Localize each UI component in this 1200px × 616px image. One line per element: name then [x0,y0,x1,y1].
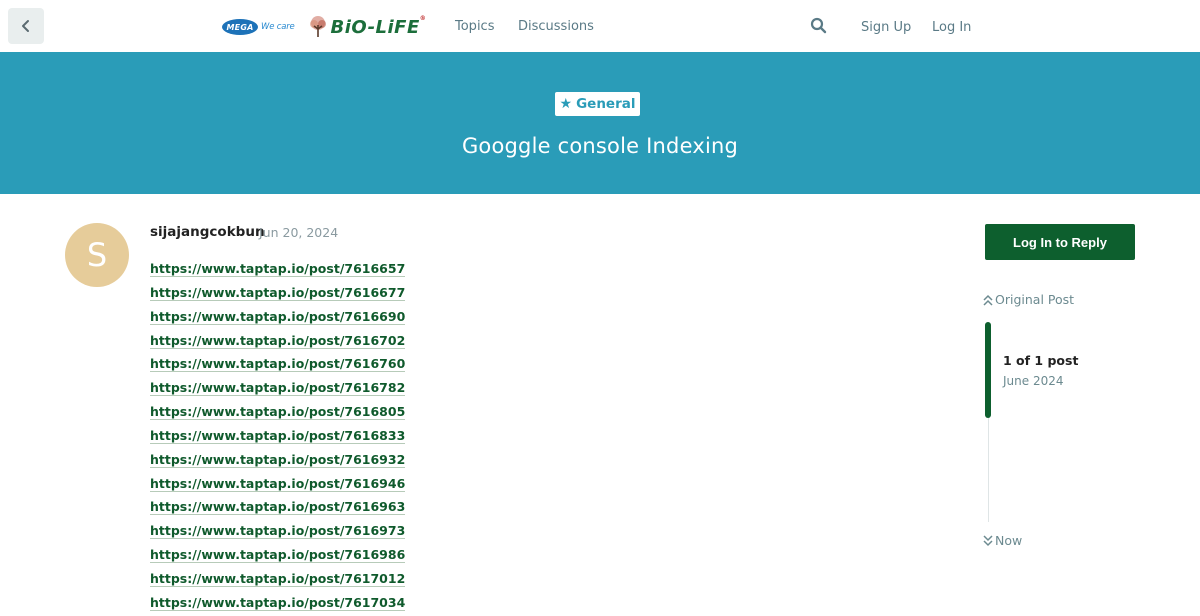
topic-banner: ★ General Googgle console Indexing [0,52,1200,194]
list-item: https://www.taptap.io/post/7616760 [150,353,406,377]
mega-logo: MEGA [222,19,258,35]
post-link[interactable]: https://www.taptap.io/post/7617034 [150,594,406,611]
wecare-tagline: We care [261,22,295,32]
list-item: https://www.taptap.io/post/7616782 [150,377,406,401]
chevron-left-icon [22,20,29,32]
trademark-mark: ® [419,14,427,22]
double-chevron-up-icon [983,294,993,306]
post-link[interactable]: https://www.taptap.io/post/7616782 [150,380,406,397]
list-item: https://www.taptap.io/post/7617034 [150,592,406,616]
category-label: General [576,96,636,112]
post-link[interactable]: https://www.taptap.io/post/7616657 [150,261,406,277]
search-icon[interactable] [810,17,827,34]
list-item: https://www.taptap.io/post/7616657 [150,258,406,282]
post-link[interactable]: https://www.taptap.io/post/7616946 [150,475,406,492]
site-logo[interactable]: MEGA We care BiO-LiFE® [222,14,426,40]
post-username[interactable]: sijajangcokbun [150,224,265,240]
list-item: https://www.taptap.io/post/7616946 [150,473,406,497]
site-header: MEGA We care BiO-LiFE® Topics Discussion… [0,0,1200,52]
list-item: https://www.taptap.io/post/7616932 [150,449,406,473]
log-in-link[interactable]: Log In [932,20,971,35]
brand-text: BiO-LiFE [330,16,420,38]
post-links-list: https://www.taptap.io/post/7616657 https:… [150,258,406,616]
list-item: https://www.taptap.io/post/7616677 [150,282,406,306]
post-link[interactable]: https://www.taptap.io/post/7616760 [150,356,406,373]
now-link[interactable]: Now [983,533,1022,548]
timeline-post-count: 1 of 1 post [1003,353,1079,368]
post-link[interactable]: https://www.taptap.io/post/7616963 [150,499,406,516]
post-link[interactable]: https://www.taptap.io/post/7616677 [150,284,406,301]
nav-discussions[interactable]: Discussions [518,19,594,34]
original-post-link[interactable]: Original Post [983,292,1074,307]
category-badge[interactable]: ★ General [555,92,640,116]
list-item: https://www.taptap.io/post/7616805 [150,401,406,425]
avatar[interactable]: S [65,223,129,287]
post-link[interactable]: https://www.taptap.io/post/7616833 [150,427,406,444]
list-item: https://www.taptap.io/post/7617012 [150,568,406,592]
list-item: https://www.taptap.io/post/7616963 [150,496,406,520]
post-link[interactable]: https://www.taptap.io/post/7616702 [150,332,406,349]
nav-topics[interactable]: Topics [455,19,494,34]
back-button[interactable] [8,8,44,44]
post-date[interactable]: Jun 20, 2024 [259,225,338,240]
double-chevron-down-icon [983,534,993,546]
list-item: https://www.taptap.io/post/7616986 [150,544,406,568]
biolife-brand: BiO-LiFE® [330,14,427,38]
topic-title: Googgle console Indexing [461,134,739,158]
list-item: https://www.taptap.io/post/7616833 [150,425,406,449]
now-label: Now [995,533,1023,548]
timeline-date: June 2024 [1003,374,1064,388]
timeline-handle[interactable] [985,322,991,418]
post-link[interactable]: https://www.taptap.io/post/7616932 [150,451,406,468]
sign-up-link[interactable]: Sign Up [861,20,911,35]
star-icon: ★ [559,96,573,112]
post-link[interactable]: https://www.taptap.io/post/7616805 [150,404,406,421]
list-item: https://www.taptap.io/post/7616690 [150,306,406,330]
tree-icon [309,16,326,37]
log-in-to-reply-button[interactable]: Log In to Reply [985,224,1135,260]
list-item: https://www.taptap.io/post/7616702 [150,330,406,354]
post-link[interactable]: https://www.taptap.io/post/7616690 [150,308,406,325]
post-link[interactable]: https://www.taptap.io/post/7616973 [150,523,406,540]
original-post-label: Original Post [995,292,1075,307]
list-item: https://www.taptap.io/post/7616973 [150,520,406,544]
post-link[interactable]: https://www.taptap.io/post/7617012 [150,570,406,587]
post-link[interactable]: https://www.taptap.io/post/7616986 [150,547,406,564]
